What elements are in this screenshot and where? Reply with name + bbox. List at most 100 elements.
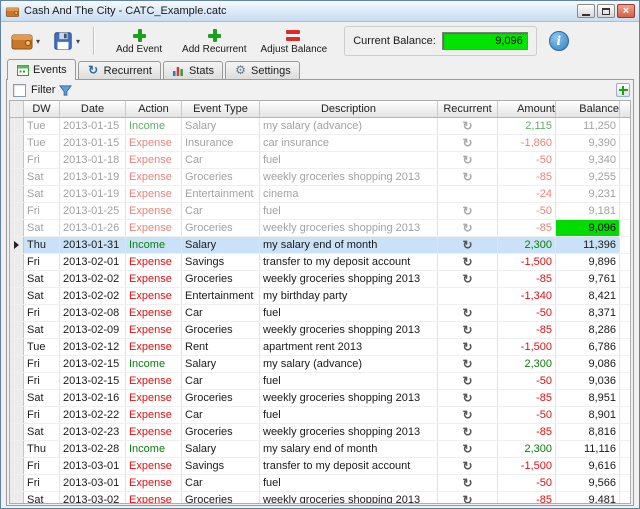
recurrent-icon: ↻ [462, 153, 473, 167]
table-cell: 8,371 [556, 305, 620, 321]
table-row[interactable]: Fri 2013-02-15 Income Salary my salary (adva… [10, 356, 630, 373]
save-file-button[interactable]: ▾ [49, 28, 83, 54]
table-cell: weekly groceries shopping 2013 [260, 390, 438, 406]
table-cell: Thu [24, 237, 60, 253]
table-cell: 6,786 [556, 339, 620, 355]
open-dropdown-arrow[interactable]: ▾ [36, 37, 40, 46]
column-header[interactable]: Action [126, 101, 182, 117]
column-header[interactable]: Balance [556, 101, 620, 117]
column-header[interactable]: Recurrent [438, 101, 498, 117]
column-header[interactable]: Date [60, 101, 126, 117]
table-cell: weekly groceries shopping 2013 [260, 492, 438, 503]
tab-settings[interactable]: ⚙ Settings [225, 61, 300, 79]
column-header[interactable]: Description [260, 101, 438, 117]
filter-checkbox[interactable] [13, 83, 26, 97]
table-row[interactable]: Fri 2013-02-08 Expense Car fuel ↻ -50 8,371 [10, 305, 630, 322]
table-cell: -85 [498, 271, 556, 287]
wallet-icon [10, 29, 34, 53]
column-header[interactable]: DW [24, 101, 60, 117]
table-cell: Tue [24, 135, 60, 151]
table-row[interactable]: Thu 2013-02-28 Income Salary my salary end o… [10, 441, 630, 458]
table-cell [10, 271, 24, 287]
table-header: DW Date Action Event Type Description Recurre… [10, 101, 630, 118]
table-row[interactable]: Sat 2013-02-02 Expense Groceries weekly groc… [10, 271, 630, 288]
table-cell: Groceries [182, 424, 260, 440]
table-row[interactable]: Fri 2013-02-15 Expense Car fuel ↻ -50 9,036 [10, 373, 630, 390]
table-row[interactable]: Sat 2013-02-16 Expense Groceries weekly groc… [10, 390, 630, 407]
recurrent-icon: ↻ [462, 170, 473, 184]
info-button[interactable]: i [548, 31, 569, 51]
table-cell: 2013-02-02 [60, 288, 126, 304]
minimize-button[interactable] [577, 4, 595, 18]
table-cell: my salary end of month [260, 237, 438, 253]
current-balance-label: Current Balance: [353, 35, 436, 47]
table-row[interactable]: Sat 2013-02-02 Expense Entertainment my birt… [10, 288, 630, 305]
tab-stats[interactable]: Stats [162, 61, 224, 79]
table-row[interactable]: Fri 2013-02-01 Expense Savings transfer to m… [10, 254, 630, 271]
table-cell: transfer to my deposit account [260, 254, 438, 270]
maximize-button[interactable] [597, 4, 615, 18]
table-cell: fuel [260, 475, 438, 491]
table-cell: Expense [126, 220, 182, 236]
tab-events[interactable]: Events [7, 59, 76, 80]
add-recurrent-button[interactable]: Add Recurrent [182, 28, 247, 55]
current-balance-field[interactable]: 9,096 [441, 32, 528, 50]
tab-bar: Events ↻ Recurrent Stats ⚙ Settings [7, 59, 633, 80]
close-button[interactable]: × [617, 4, 635, 18]
table-cell: 2013-02-28 [60, 441, 126, 457]
table-cell [10, 237, 24, 253]
toolbar-separator [93, 27, 96, 55]
table-row[interactable]: Fri 2013-02-22 Expense Car fuel ↻ -50 8,901 [10, 407, 630, 424]
table-cell: Groceries [182, 220, 260, 236]
table-row[interactable]: Fri 2013-01-25 Expense Car fuel ↻ -50 9,181 [10, 203, 630, 220]
table-cell: 9,566 [556, 475, 620, 491]
table-cell: Expense [126, 254, 182, 270]
recurrent-icon: ↻ [462, 442, 473, 456]
table-row[interactable]: Fri 2013-01-18 Expense Car fuel ↻ -50 9,340 [10, 152, 630, 169]
column-header[interactable]: Amount [498, 101, 556, 117]
save-dropdown-arrow[interactable]: ▾ [76, 37, 80, 46]
table-cell: 9,896 [556, 254, 620, 270]
filter-funnel-icon [59, 84, 73, 97]
table-cell: 2013-02-01 [60, 254, 126, 270]
open-file-button[interactable]: ▾ [7, 27, 43, 55]
table-cell: Entertainment [182, 288, 260, 304]
table-row[interactable]: Tue 2013-02-12 Expense Rent apartment rent 2… [10, 339, 630, 356]
table-row[interactable]: Sat 2013-03-02 Expense Groceries weekly groc… [10, 492, 630, 503]
table-cell: Expense [126, 475, 182, 491]
table-cell: car insurance [260, 135, 438, 151]
table-cell: my salary (advance) [260, 118, 438, 134]
table-row[interactable]: Tue 2013-01-15 Income Salary my salary (adva… [10, 118, 630, 135]
column-header[interactable]: Event Type [182, 101, 260, 117]
recurrent-icon: ↻ [462, 408, 473, 422]
table-cell [10, 373, 24, 389]
table-cell: 9,181 [556, 203, 620, 219]
table-cell [10, 254, 24, 270]
table-cell: 2013-01-25 [60, 203, 126, 219]
table-row[interactable]: Sat 2013-01-19 Expense Groceries weekly groc… [10, 169, 630, 186]
add-recurrent-label: Add Recurrent [182, 43, 247, 55]
save-icon [52, 30, 74, 52]
table-row[interactable]: Sat 2013-02-09 Expense Groceries weekly groc… [10, 322, 630, 339]
table-row[interactable]: Fri 2013-03-01 Expense Savings transfer to m… [10, 458, 630, 475]
table-cell: weekly groceries shopping 2013 [260, 424, 438, 440]
filter-bar: Filter [7, 80, 633, 100]
tab-recurrent[interactable]: ↻ Recurrent [77, 61, 161, 79]
table-row[interactable]: Thu 2013-01-31 Income Salary my salary end o… [10, 237, 630, 254]
table-cell: ↻ [438, 441, 498, 457]
table-cell: Insurance [182, 135, 260, 151]
table-cell: 2013-02-09 [60, 322, 126, 338]
table-cell: Expense [126, 339, 182, 355]
table-cell: ↻ [438, 475, 498, 491]
adjust-balance-button[interactable]: Adjust Balance [261, 28, 327, 55]
add-event-button[interactable]: Add Event [110, 28, 168, 55]
table-row[interactable]: Tue 2013-01-15 Expense Insurance car insuran… [10, 135, 630, 152]
table-cell: Fri [24, 203, 60, 219]
table-row[interactable]: Sat 2013-01-26 Expense Groceries weekly groc… [10, 220, 630, 237]
table-cell [10, 441, 24, 457]
table-cell [10, 356, 24, 372]
table-row[interactable]: Sat 2013-01-19 Expense Entertainment cinema -… [10, 186, 630, 203]
table-row[interactable]: Fri 2013-03-01 Expense Car fuel ↻ -50 9,566 [10, 475, 630, 492]
table-row[interactable]: Sat 2013-02-23 Expense Groceries weekly groc… [10, 424, 630, 441]
filter-expand-button[interactable] [616, 83, 630, 97]
